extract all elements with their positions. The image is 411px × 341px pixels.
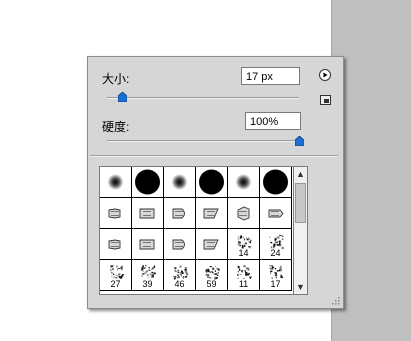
brush-size-label: 14 — [238, 248, 249, 258]
tool-brush-icon — [237, 206, 250, 221]
scrollbar-thumb[interactable] — [295, 183, 306, 223]
tool-brush-icon — [139, 208, 155, 219]
brush-preset-22[interactable]: 59 — [196, 260, 228, 291]
brush-preset-1[interactable] — [100, 167, 132, 198]
panel-divider — [90, 155, 338, 157]
size-label: 大小: — [102, 72, 130, 86]
brush-picker-panel: 大小: 17 px 硬度: 100% 14 24 27 39 46 59 11 17 ▲ ▼ — [87, 56, 344, 309]
tool-brush-icon — [108, 239, 121, 250]
scroll-down-arrow-icon[interactable]: ▼ — [294, 280, 307, 294]
brush-size-label: 59 — [206, 279, 217, 289]
brush-size-label: 11 — [238, 279, 249, 289]
hardness-input[interactable]: 100% — [245, 112, 301, 130]
brush-preset-14[interactable] — [132, 229, 164, 260]
tool-brush-icon — [108, 208, 121, 219]
brush-preset-17[interactable]: 14 — [228, 229, 260, 260]
size-slider-thumb[interactable] — [117, 92, 127, 102]
tool-brush-icon — [203, 208, 219, 219]
brush-preset-18[interactable]: 24 — [260, 229, 292, 260]
brush-preset-11[interactable] — [228, 198, 260, 229]
brush-preset-24[interactable]: 17 — [260, 260, 292, 291]
tool-brush-icon — [172, 208, 185, 219]
brush-preset-3[interactable] — [164, 167, 196, 198]
soft-round-brush-icon — [171, 174, 188, 190]
soft-round-brush-icon — [107, 174, 124, 190]
brush-preset-5[interactable] — [228, 167, 260, 198]
new-preset-icon — [324, 99, 329, 103]
brush-preset-10[interactable] — [196, 198, 228, 229]
brush-preset-8[interactable] — [132, 198, 164, 229]
brush-preset-6[interactable] — [260, 167, 292, 198]
hard-round-brush-icon — [263, 169, 288, 195]
new-preset-button[interactable] — [320, 95, 331, 105]
brush-size-label: 17 — [270, 279, 281, 289]
tool-brush-icon — [203, 239, 219, 250]
hardness-slider-track[interactable] — [107, 140, 299, 142]
play-arrow-icon — [323, 72, 328, 78]
brush-size-label: 27 — [110, 279, 121, 289]
tool-brush-icon — [139, 239, 155, 250]
brush-preset-12[interactable] — [260, 198, 292, 229]
brush-preset-23[interactable]: 11 — [228, 260, 260, 291]
brush-size-label: 24 — [270, 248, 281, 258]
tool-brush-icon — [172, 239, 185, 250]
hardness-label: 硬度: — [102, 120, 130, 134]
size-slider-track[interactable] — [107, 97, 299, 99]
brush-preset-21[interactable]: 46 — [164, 260, 196, 291]
brush-preset-16[interactable] — [196, 229, 228, 260]
brush-size-label: 46 — [174, 279, 185, 289]
brush-preset-9[interactable] — [164, 198, 196, 229]
soft-round-brush-icon — [235, 174, 252, 190]
brush-grid-scrollbar[interactable]: ▲ ▼ — [293, 166, 308, 295]
brush-preset-grid: 14 24 27 39 46 59 11 17 — [99, 166, 307, 295]
brush-preset-19[interactable]: 27 — [100, 260, 132, 291]
brush-preset-20[interactable]: 39 — [132, 260, 164, 291]
brush-preset-7[interactable] — [100, 198, 132, 229]
resize-grip-icon[interactable] — [332, 297, 340, 305]
scroll-up-arrow-icon[interactable]: ▲ — [294, 167, 307, 181]
tool-brush-icon — [268, 209, 284, 218]
hard-round-brush-icon — [135, 169, 160, 195]
brush-preset-15[interactable] — [164, 229, 196, 260]
brush-preset-4[interactable] — [196, 167, 228, 198]
brush-preset-2[interactable] — [132, 167, 164, 198]
size-input[interactable]: 17 px — [241, 67, 300, 85]
hard-round-brush-icon — [199, 169, 224, 195]
panel-menu-button[interactable] — [319, 69, 331, 81]
brush-size-label: 39 — [142, 279, 153, 289]
brush-preset-13[interactable] — [100, 229, 132, 260]
hardness-slider-thumb[interactable] — [294, 136, 304, 146]
